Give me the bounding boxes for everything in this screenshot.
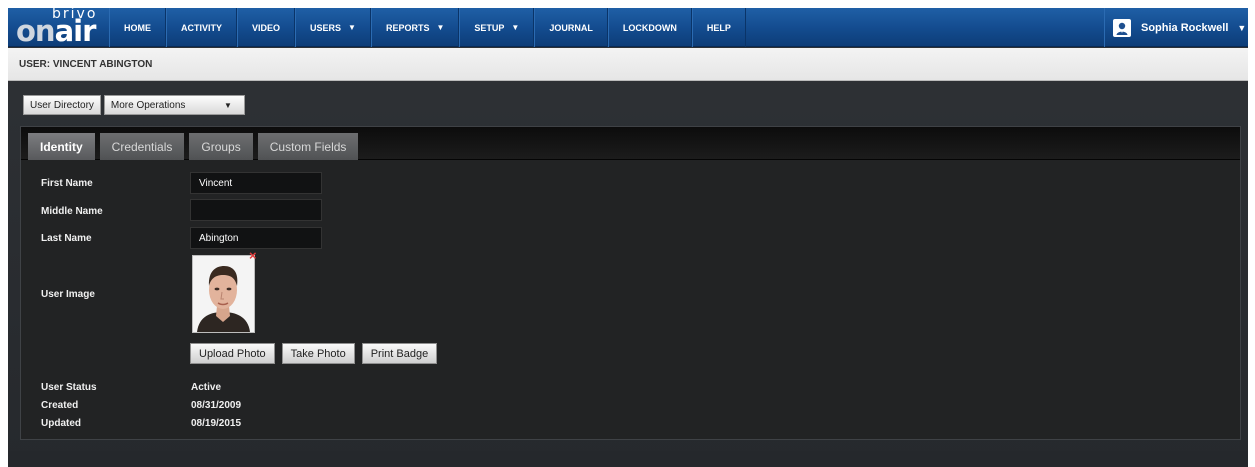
app-window: brivo onair HOME ACTIVITY VIDEO USERS ▼ R… <box>8 8 1248 467</box>
user-status-value: Active <box>191 382 222 393</box>
brivo-onair-logo[interactable]: brivo onair <box>10 8 108 47</box>
created-value: 08/31/2009 <box>191 400 242 411</box>
user-avatar-icon <box>1113 18 1131 37</box>
chevron-down-icon: ▼ <box>223 100 232 110</box>
updated-label: Updated <box>41 418 81 429</box>
logo-onair-text: onair <box>16 14 96 48</box>
user-status-label: User Status <box>41 382 97 393</box>
operations-bar: User Directory More Operations ▼ <box>23 95 245 115</box>
tab-bar: Identity Credentials Groups Custom Field… <box>21 127 1240 160</box>
tab-groups[interactable]: Groups <box>189 133 253 160</box>
user-image-label: User Image <box>41 289 95 300</box>
print-badge-button[interactable]: Print Badge <box>361 343 438 364</box>
created-label: Created <box>41 400 79 411</box>
last-name-label: Last Name <box>41 233 92 244</box>
main-nav: HOME ACTIVITY VIDEO USERS ▼ REPORTS ▼ SETU… <box>109 8 746 47</box>
nav-setup[interactable]: SETUP ▼ <box>459 8 535 47</box>
top-navbar: brivo onair HOME ACTIVITY VIDEO USERS ▼ R… <box>8 8 1248 47</box>
last-name-field[interactable]: Abington <box>190 227 322 249</box>
nav-reports[interactable]: REPORTS ▼ <box>370 8 460 47</box>
more-operations-dropdown[interactable]: More Operations ▼ <box>103 95 245 115</box>
user-photo <box>192 255 255 333</box>
updated-value: 08/19/2015 <box>191 418 242 429</box>
user-directory-button[interactable]: User Directory <box>23 95 101 115</box>
first-name-label: First Name <box>41 178 93 189</box>
page-title: USER: VINCENT ABINGTON <box>8 48 1248 81</box>
remove-photo-icon[interactable]: × <box>249 249 257 262</box>
nav-journal[interactable]: JOURNAL <box>534 8 608 47</box>
middle-name-field[interactable] <box>190 199 322 221</box>
chevron-down-icon: ▼ <box>1237 22 1247 33</box>
nav-help[interactable]: HELP <box>691 8 746 47</box>
take-photo-button[interactable]: Take Photo <box>281 343 355 364</box>
tab-custom-fields[interactable]: Custom Fields <box>257 133 359 160</box>
nav-lockdown[interactable]: LOCKDOWN <box>607 8 692 47</box>
user-menu[interactable]: Sophia Rockwell ▼ <box>1104 8 1248 47</box>
tab-credentials[interactable]: Credentials <box>99 133 185 160</box>
nav-video[interactable]: VIDEO <box>237 8 296 47</box>
nav-activity[interactable]: ACTIVITY <box>166 8 238 47</box>
chevron-down-icon: ▼ <box>348 23 356 32</box>
footer-area <box>8 451 1248 467</box>
image-actions: Upload Photo Take Photo Print Badge <box>190 343 438 364</box>
middle-name-label: Middle Name <box>41 206 103 217</box>
upload-photo-button[interactable]: Upload Photo <box>190 343 275 364</box>
chevron-down-icon: ▼ <box>511 23 520 32</box>
nav-home[interactable]: HOME <box>109 8 166 47</box>
first-name-field[interactable]: Vincent <box>190 172 322 194</box>
nav-users[interactable]: USERS ▼ <box>295 8 371 47</box>
user-details-panel: Identity Credentials Groups Custom Field… <box>20 126 1241 440</box>
chevron-down-icon: ▼ <box>436 23 445 32</box>
tab-identity[interactable]: Identity <box>28 133 95 160</box>
user-name: Sophia Rockwell <box>1141 21 1229 34</box>
